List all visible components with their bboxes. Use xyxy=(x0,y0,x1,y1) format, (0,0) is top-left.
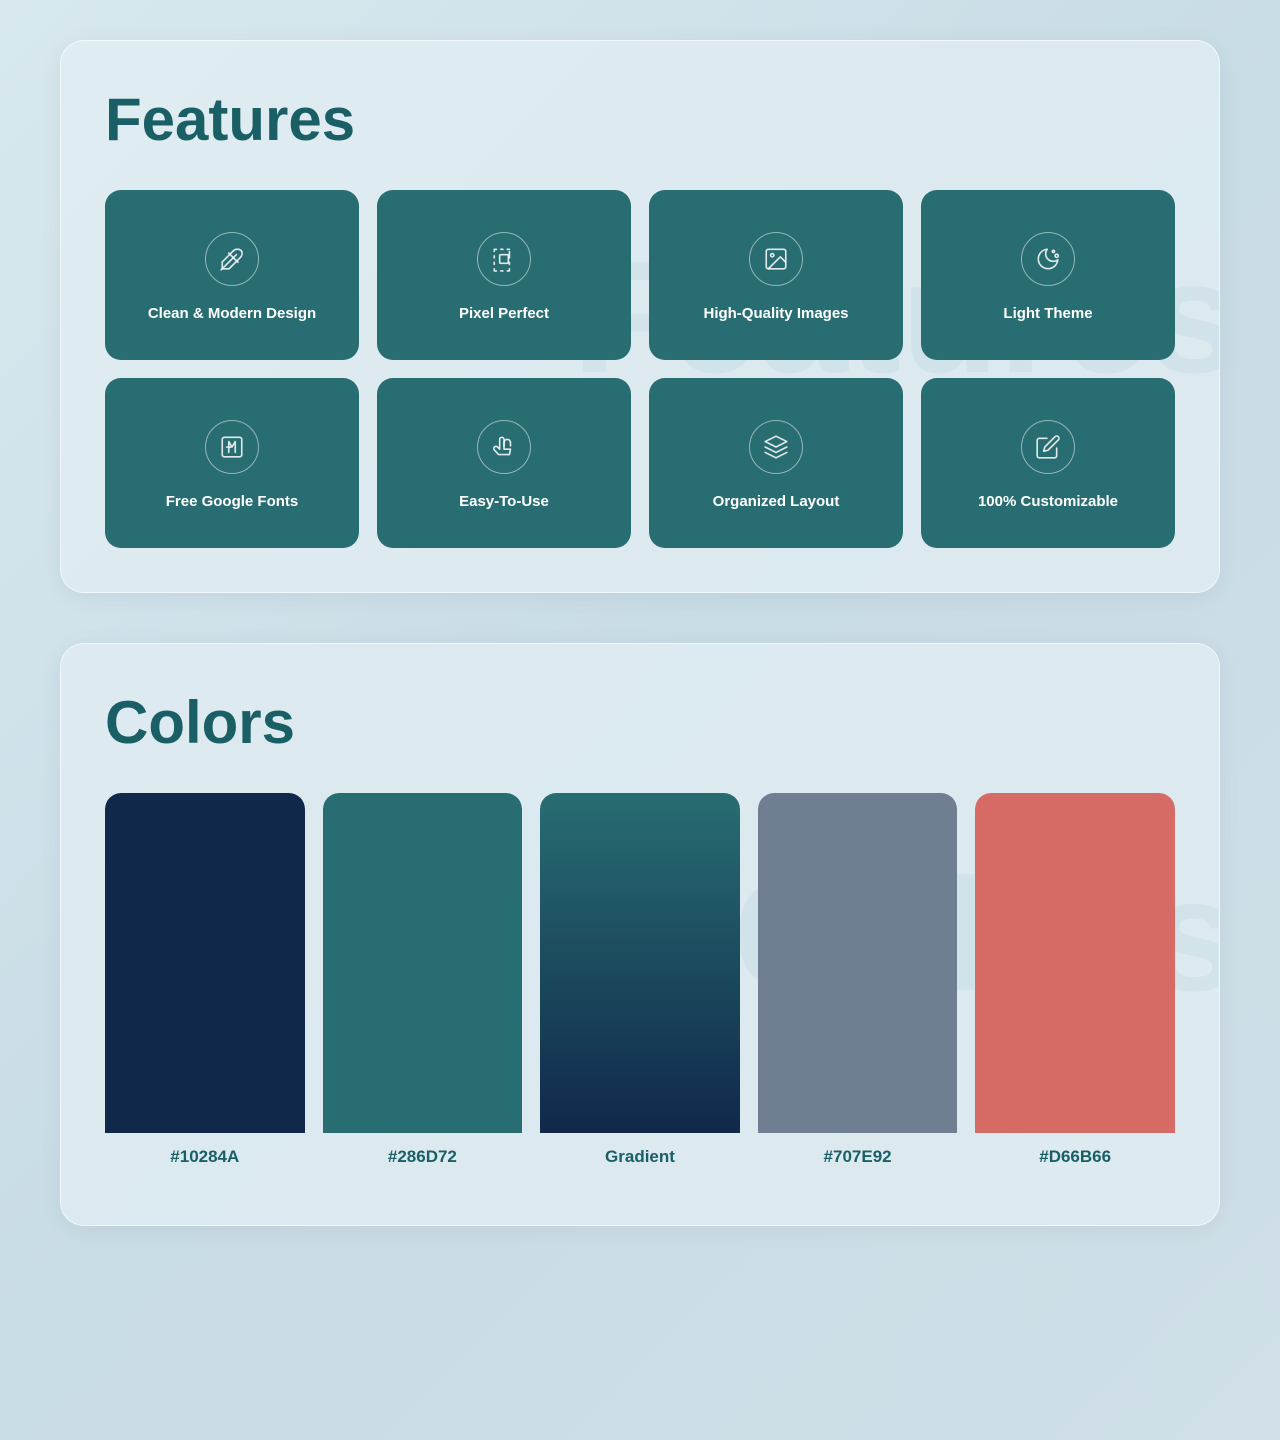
light-theme-icon-circle xyxy=(1021,232,1075,286)
color-card-gray: #707E92 xyxy=(758,793,958,1181)
font-icon xyxy=(219,434,245,460)
edit-icon xyxy=(1035,434,1061,460)
feature-card-high-quality: High-Quality Images xyxy=(649,190,903,360)
feature-card-organized: Organized Layout xyxy=(649,378,903,548)
google-fonts-label: Free Google Fonts xyxy=(166,492,299,512)
coral-swatch xyxy=(975,793,1175,1133)
feature-card-easy-to-use: Easy-To-Use xyxy=(377,378,631,548)
colors-grid: #10284A #286D72 Gradient #707E92 #D66B66 xyxy=(105,793,1175,1181)
dark-navy-label: #10284A xyxy=(105,1133,305,1181)
feature-card-google-fonts: Free Google Fonts xyxy=(105,378,359,548)
gray-label: #707E92 xyxy=(758,1133,958,1181)
color-card-teal: #286D72 xyxy=(323,793,523,1181)
features-title: Features xyxy=(105,85,1175,154)
brush-icon xyxy=(219,246,245,272)
color-card-coral: #D66B66 xyxy=(975,793,1175,1181)
teal-swatch xyxy=(323,793,523,1133)
pixel-perfect-label: Pixel Perfect xyxy=(459,304,549,324)
vector-icon xyxy=(491,246,517,272)
feature-card-customizable: 100% Customizable xyxy=(921,378,1175,548)
pixel-perfect-icon-circle xyxy=(477,232,531,286)
feature-card-clean-design: Clean & Modern Design xyxy=(105,190,359,360)
gray-swatch xyxy=(758,793,958,1133)
dark-navy-swatch xyxy=(105,793,305,1133)
feature-card-pixel-perfect: Pixel Perfect xyxy=(377,190,631,360)
feature-card-light-theme: Light Theme xyxy=(921,190,1175,360)
teal-label: #286D72 xyxy=(323,1133,523,1181)
gradient-swatch xyxy=(540,793,740,1133)
customizable-label: 100% Customizable xyxy=(978,492,1118,512)
colors-section: Colors Colors #10284A #286D72 Gradient #… xyxy=(60,643,1220,1226)
high-quality-icon-circle xyxy=(749,232,803,286)
easy-to-use-label: Easy-To-Use xyxy=(459,492,549,512)
easy-to-use-icon-circle xyxy=(477,420,531,474)
features-section: Features Features Clean & Modern Design xyxy=(60,40,1220,593)
features-grid: Clean & Modern Design Pixel Perfect H xyxy=(105,190,1175,548)
high-quality-label: High-Quality Images xyxy=(703,304,848,324)
layers-icon xyxy=(763,434,789,460)
touch-icon xyxy=(491,434,517,460)
color-card-gradient: Gradient xyxy=(540,793,740,1181)
moon-icon xyxy=(1035,246,1061,272)
clean-design-label: Clean & Modern Design xyxy=(148,304,316,324)
image-icon xyxy=(763,246,789,272)
coral-label: #D66B66 xyxy=(975,1133,1175,1181)
gradient-label: Gradient xyxy=(540,1133,740,1181)
google-fonts-icon-circle xyxy=(205,420,259,474)
colors-title: Colors xyxy=(105,688,1175,757)
light-theme-label: Light Theme xyxy=(1003,304,1092,324)
organized-label: Organized Layout xyxy=(713,492,840,512)
customizable-icon-circle xyxy=(1021,420,1075,474)
clean-design-icon-circle xyxy=(205,232,259,286)
color-card-dark-navy: #10284A xyxy=(105,793,305,1181)
organized-icon-circle xyxy=(749,420,803,474)
